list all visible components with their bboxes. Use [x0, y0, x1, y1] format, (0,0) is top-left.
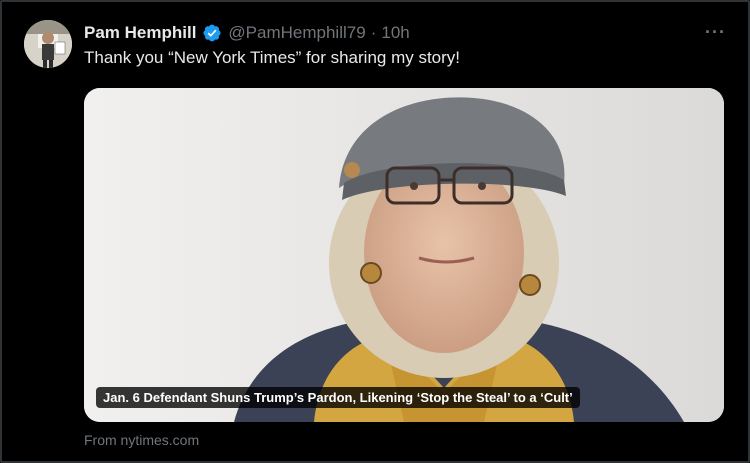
more-options-icon[interactable]: ··· [705, 22, 726, 43]
author-name[interactable]: Pam Hemphill [84, 23, 196, 43]
tweet-header: Pam Hemphill @PamHemphill79 · 10h [84, 22, 410, 44]
verified-badge-icon [202, 23, 222, 43]
separator-dot: · [370, 23, 377, 42]
tweet-text: Thank you “New York Times” for sharing m… [84, 48, 461, 67]
avatar[interactable] [24, 20, 72, 68]
card-title: Jan. 6 Defendant Shuns Trump’s Pardon, L… [96, 387, 580, 408]
author-handle[interactable]: @PamHemphill79 [228, 23, 365, 43]
card-source[interactable]: From nytimes.com [84, 432, 199, 448]
card-image [84, 88, 724, 422]
timestamp[interactable]: 10h [381, 23, 409, 43]
link-card[interactable]: Jan. 6 Defendant Shuns Trump’s Pardon, L… [84, 88, 724, 422]
